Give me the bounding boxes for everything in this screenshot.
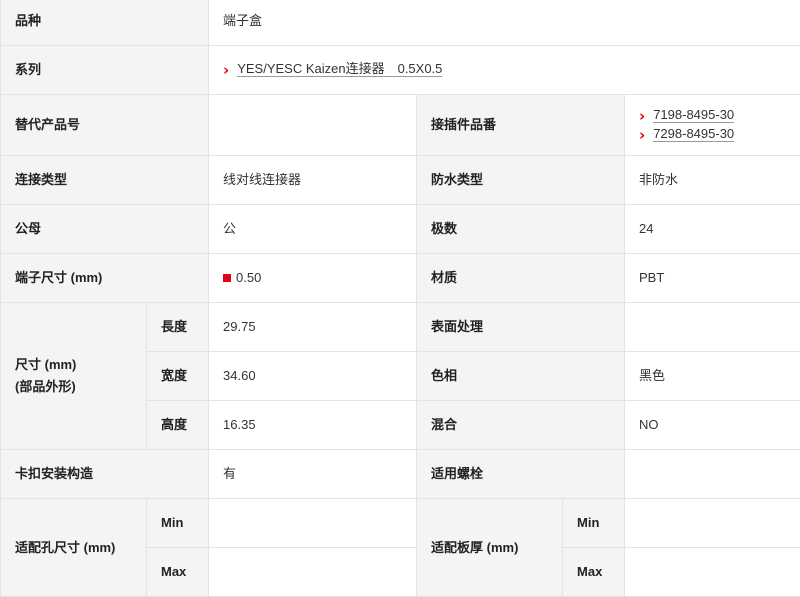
dimensions-label-line1: 尺寸 (mm): [15, 357, 76, 372]
height-label: 高度: [147, 401, 209, 450]
chevron-right-icon: ›: [639, 107, 645, 125]
hole-max-value: [209, 548, 417, 597]
mixed-value: NO: [625, 401, 800, 450]
poles-value: 24: [625, 205, 800, 254]
chevron-right-icon: ›: [639, 126, 645, 144]
color-label: 色相: [417, 352, 625, 401]
hole-min-label: Min: [147, 499, 209, 548]
row-gender: 公母 公 极数 24: [1, 205, 800, 254]
plate-max-label: Max: [563, 548, 625, 597]
row-terminal-size: 端子尺寸 (mm) 0.50 材质 PBT: [1, 254, 800, 303]
length-label: 長度: [147, 303, 209, 352]
material-value: PBT: [625, 254, 800, 303]
product-type-label: 品种: [1, 0, 209, 46]
screw-value: [625, 450, 800, 499]
surface-treatment-label: 表面处理: [417, 303, 625, 352]
hole-min-value: [209, 499, 417, 548]
spec-table: 品种 端子盒 系列 › YES/YESC Kaizen连接器 0.5X0.5 替代…: [0, 0, 800, 597]
mating-part-link-1-text: 7198-8495-30: [653, 108, 734, 123]
connection-type-label: 连接类型: [1, 156, 209, 205]
gender-label: 公母: [1, 205, 209, 254]
row-snap-structure: 卡扣安装构造 有 适用螺栓: [1, 450, 800, 499]
width-label: 宽度: [147, 352, 209, 401]
row-length: 尺寸 (mm)(部品外形) 長度 29.75 表面处理: [1, 303, 800, 352]
plate-min-value: [625, 499, 800, 548]
substitute-label: 替代产品号: [1, 95, 209, 156]
snap-structure-value: 有: [209, 450, 417, 499]
surface-treatment-value: [625, 303, 800, 352]
hole-size-label: 适配孔尺寸 (mm): [1, 499, 147, 597]
mating-part-cell: › 7198-8495-30 › 7298-8495-30: [625, 95, 800, 156]
hole-max-label: Max: [147, 548, 209, 597]
height-value: 16.35: [209, 401, 417, 450]
dimensions-label-line2: (部品外形): [15, 379, 76, 394]
snap-structure-label: 卡扣安装构造: [1, 450, 209, 499]
chevron-right-icon: ›: [223, 61, 229, 79]
row-hole-min: 适配孔尺寸 (mm) Min 适配板厚 (mm) Min: [1, 499, 800, 548]
row-substitute: 替代产品号 接插件品番 › 7198-8495-30 › 7298-8495-30: [1, 95, 800, 156]
series-link-text: YES/YESC Kaizen连接器 0.5X0.5: [237, 62, 442, 77]
waterproof-type-label: 防水类型: [417, 156, 625, 205]
material-label: 材质: [417, 254, 625, 303]
plate-min-label: Min: [563, 499, 625, 548]
series-cell: › YES/YESC Kaizen连接器 0.5X0.5: [209, 46, 800, 95]
row-product-type: 品种 端子盒: [1, 0, 800, 46]
mating-part-link-2[interactable]: › 7298-8495-30: [639, 126, 800, 144]
series-label: 系列: [1, 46, 209, 95]
connection-type-value: 线对线连接器: [209, 156, 417, 205]
mating-part-link-2-text: 7298-8495-30: [653, 127, 734, 142]
size-color-swatch: [223, 274, 231, 282]
series-link[interactable]: › YES/YESC Kaizen连接器 0.5X0.5: [223, 61, 442, 79]
screw-label: 适用螺栓: [417, 450, 625, 499]
row-connection-type: 连接类型 线对线连接器 防水类型 非防水: [1, 156, 800, 205]
product-type-value: 端子盒: [209, 0, 800, 46]
length-value: 29.75: [209, 303, 417, 352]
color-value: 黑色: [625, 352, 800, 401]
mixed-label: 混合: [417, 401, 625, 450]
dimensions-label: 尺寸 (mm) (部品外形): [1, 303, 147, 450]
plate-max-value: [625, 548, 800, 597]
gender-value: 公: [209, 205, 417, 254]
substitute-value: [209, 95, 417, 156]
mating-part-link-1[interactable]: › 7198-8495-30: [639, 107, 800, 125]
waterproof-type-value: 非防水: [625, 156, 800, 205]
terminal-size-label: 端子尺寸 (mm): [1, 254, 209, 303]
row-series: 系列 › YES/YESC Kaizen连接器 0.5X0.5: [1, 46, 800, 95]
mating-part-label: 接插件品番: [417, 95, 625, 156]
terminal-size-cell: 0.50: [209, 254, 417, 303]
poles-label: 极数: [417, 205, 625, 254]
plate-thickness-label: 适配板厚 (mm): [417, 499, 563, 597]
terminal-size-value: 0.50: [236, 270, 261, 285]
width-value: 34.60: [209, 352, 417, 401]
